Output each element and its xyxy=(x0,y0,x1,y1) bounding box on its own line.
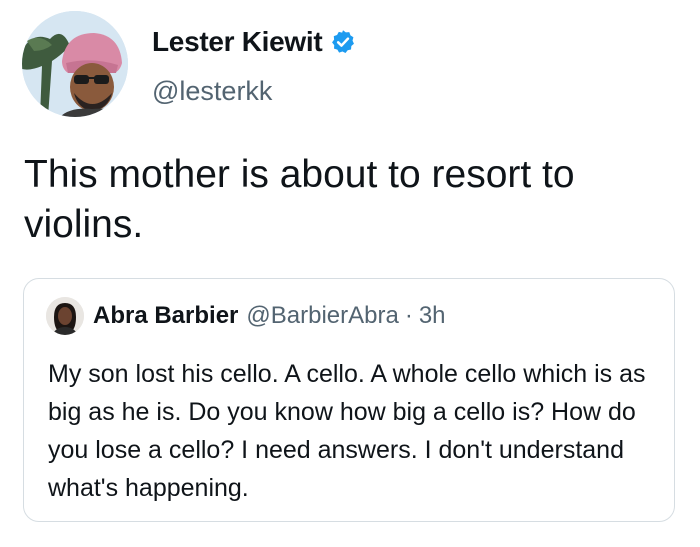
quoted-author-handle[interactable]: @BarbierAbra xyxy=(246,302,398,330)
author-avatar[interactable] xyxy=(22,11,128,117)
author-name-row: Lester Kiewit xyxy=(152,26,356,58)
timestamp-separator: · xyxy=(404,302,413,329)
tweet-text: This mother is about to resort to violin… xyxy=(24,153,575,246)
quoted-author-avatar[interactable] xyxy=(46,297,84,335)
profile-photo-icon xyxy=(46,297,84,335)
tweet-card: Lester Kiewit @lesterkk This mother is a… xyxy=(0,0,700,547)
quoted-author-display-name[interactable]: Abra Barbier xyxy=(93,302,238,330)
quoted-tweet-card[interactable]: Abra Barbier @BarbierAbra · 3h My son lo… xyxy=(23,278,675,522)
author-handle[interactable]: @lesterkk xyxy=(152,76,272,107)
quoted-tweet-header: Abra Barbier @BarbierAbra · 3h xyxy=(46,297,446,335)
author-display-name[interactable]: Lester Kiewit xyxy=(152,26,323,58)
profile-photo-icon xyxy=(22,11,128,117)
quoted-tweet-timestamp[interactable]: 3h xyxy=(419,302,446,330)
verified-badge-icon xyxy=(330,29,356,55)
quoted-tweet-text: My son lost his cello. A cello. A whole … xyxy=(48,360,646,502)
